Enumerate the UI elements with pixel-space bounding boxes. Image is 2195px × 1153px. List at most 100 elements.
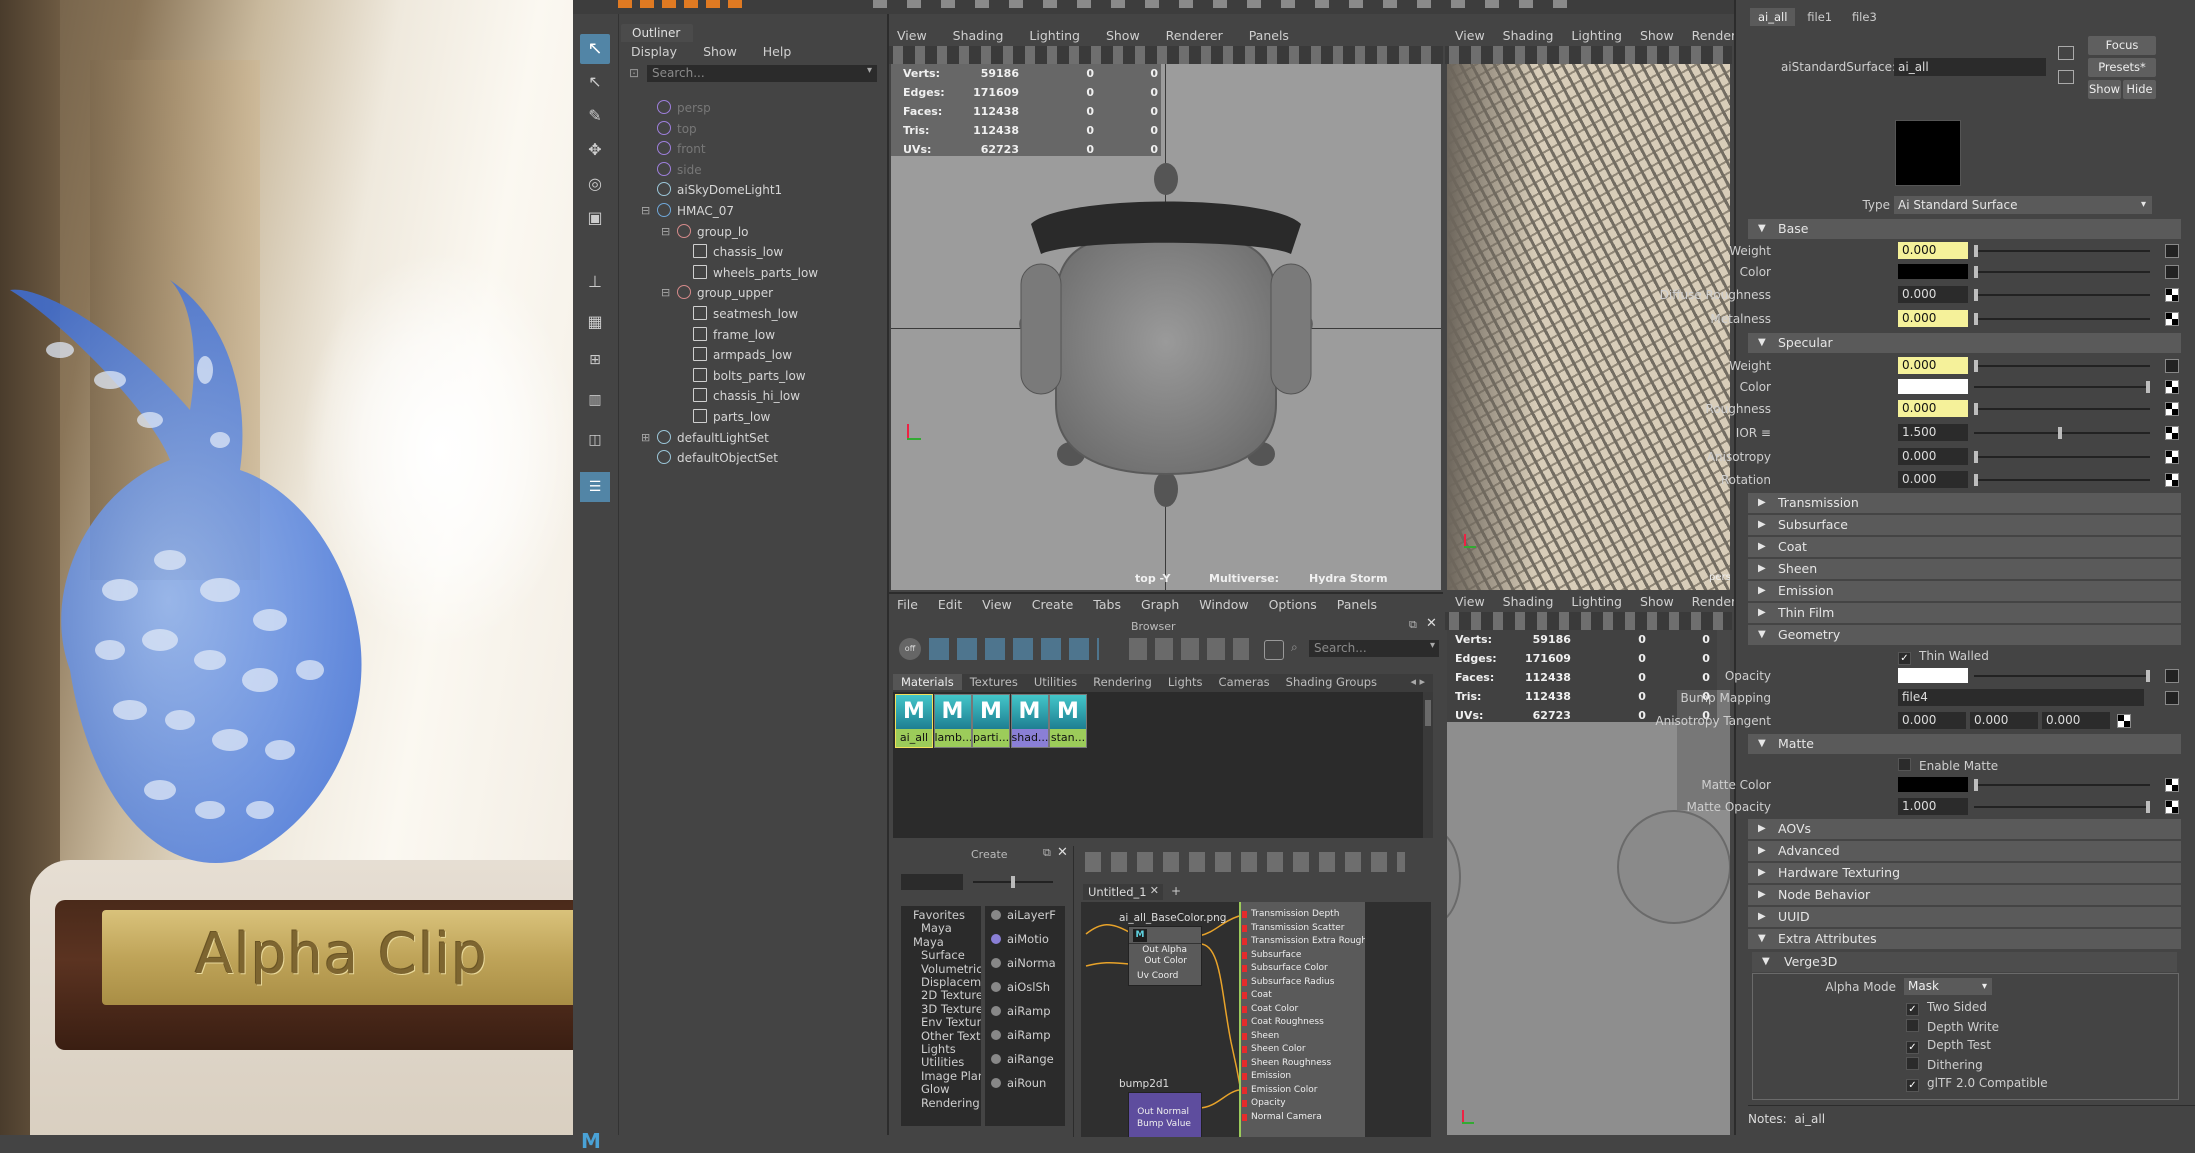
outliner-item[interactable]: HMAC_07 [657,202,734,220]
depth-write-checkbox[interactable]: Depth Write [1906,1019,1999,1034]
anisotropy-field[interactable]: 0.000 [1898,448,1968,465]
create-category[interactable]: Glow [921,1082,950,1096]
node-editor-toolbar[interactable] [1085,852,1405,872]
outliner-item[interactable]: chassis_hi_low [693,387,800,405]
create-zoom-slider[interactable] [973,876,1053,888]
shader-attr-port[interactable]: Coat [1241,989,1365,1003]
rotate-tool-icon[interactable]: ◎ [580,174,610,200]
browser-fit-icon[interactable] [1264,640,1284,660]
browser-view-buttons[interactable] [929,638,1099,660]
section-subsurface[interactable]: ▶ Subsurface [1748,515,2181,535]
create-category[interactable]: Volumetric [921,962,981,976]
section-coat[interactable]: ▶ Coat [1748,537,2181,557]
hs-menu-graph[interactable]: Graph [1141,597,1179,612]
opacity-swatch[interactable] [1898,668,1968,683]
depth-test-checkbox[interactable]: ✓ Depth Test [1906,1038,1991,1054]
hs-menu-options[interactable]: Options [1269,597,1317,612]
viewport-menu-renderer[interactable]: Renderer [1166,28,1223,43]
browser-tab[interactable]: Utilities [1026,674,1085,690]
browser-tab[interactable]: Rendering [1085,674,1160,690]
uv-coord-port[interactable]: Uv Coord [1137,971,1178,981]
material-swatch[interactable]: Mai_all [895,694,933,748]
hide-button[interactable]: Hide [2123,80,2156,99]
ae-tab-file1[interactable]: file1 [1799,8,1840,26]
create-category[interactable]: Utilities [921,1055,964,1069]
section-emission[interactable]: ▶ Emission [1748,581,2181,601]
viewport-menu-lighting[interactable]: Lighting [1029,28,1080,43]
presets-button[interactable]: Presets* [2088,58,2156,77]
viewport-menu-panels[interactable]: Panels [1249,28,1289,43]
bottom-viewport-toolbar[interactable] [1445,612,1732,630]
shader-attr-port[interactable]: Transmission Scatter [1241,922,1365,936]
viewport-menu-shading[interactable]: Shading [953,28,1004,43]
bump-node[interactable]: Out Normal Bump Value [1128,1092,1202,1137]
spec-roughness-field[interactable]: 0.000 [1898,400,1968,417]
create-node[interactable]: aiRange [991,1052,1054,1066]
aniso-tangent-y[interactable]: 0.000 [1970,712,2038,729]
shader-attr-port[interactable]: Transmission Extra Roughness [1241,935,1365,949]
hs-menu-view[interactable]: View [982,597,1012,612]
browser-search-dropdown-icon[interactable]: ▾ [1430,640,1435,651]
bottom-viewport[interactable]: Verts: 59186 0 0 Edges: 171609 0 0 Faces: 112438 0… [1447,630,1730,1135]
hs-menu-file[interactable]: File [897,597,918,612]
shelf-icons[interactable] [618,0,748,8]
ior-slider[interactable] [1974,427,2150,439]
ae-tab-file3[interactable]: file3 [1844,8,1885,26]
section-thin-film[interactable]: ▶ Thin Film [1748,603,2181,623]
create-node[interactable]: aiNorma [991,956,1056,970]
two-sided-checkbox[interactable]: ✓ Two Sided [1906,1000,1987,1016]
paint-tool-icon[interactable]: ✎ [580,106,610,132]
matte-color-slider[interactable] [1974,779,2150,791]
materials-scrollbar[interactable] [1423,692,1433,838]
lasso-tool-icon[interactable]: ↖ [580,72,610,98]
section-base[interactable]: ▼ Base [1748,219,2181,239]
outliner-item[interactable]: frame_low [693,326,775,344]
bottom-menu-lighting[interactable]: Lighting [1571,594,1622,609]
create-node[interactable]: aiRoun [991,1076,1046,1090]
create-category[interactable]: Other Textures [921,1029,981,1043]
create-category[interactable]: Env Textures [921,1015,981,1029]
base-color-swatch[interactable] [1898,264,1968,279]
thin-walled-checkbox[interactable]: ✓ Thin Walled [1898,649,1989,665]
bottom-menu-show[interactable]: Show [1640,594,1674,609]
diffuse-roughness-field[interactable]: 0.000 [1898,286,1968,303]
section-verge3d[interactable]: ▼ Verge3D [1752,952,2177,972]
aniso-tangent-z[interactable]: 0.000 [2042,712,2110,729]
section-geometry[interactable]: ▼ Geometry [1748,625,2181,645]
material-swatch[interactable]: Mshad... [1010,694,1049,748]
outliner-item[interactable]: chassis_low [693,243,783,261]
browser-close-icon[interactable]: ✕ [1426,616,1437,631]
shader-node[interactable]: Transmission Depth Transmission Scatter Tr… [1239,902,1365,1137]
base-weight-field[interactable]: 0.000 [1898,242,1968,259]
section-sheen[interactable]: ▶ Sheen [1748,559,2181,579]
shelf-tools[interactable] [873,0,1573,8]
outliner-item[interactable]: side [657,161,702,179]
create-category[interactable]: Favorites [913,908,965,922]
bottom-menu-view[interactable]: View [1455,594,1485,609]
graph-tab[interactable]: Untitled_1 ✕ [1083,884,1163,900]
material-swatch[interactable]: Mstan... [1049,694,1087,748]
opacity-map-icon[interactable] [2165,669,2179,683]
side-viewport-toolbar[interactable] [1445,46,1732,64]
spec-weight-slider[interactable] [1974,360,2150,372]
create-category[interactable]: Displacement [921,975,981,989]
outliner-expand-icon[interactable]: ⊟ [661,223,670,241]
browser-tab[interactable]: Shading Groups [1278,674,1385,690]
matte-color-map-icon[interactable] [2165,778,2179,792]
browser-float-icon[interactable]: ⧉ [1409,618,1417,632]
spec-color-slider[interactable] [1974,381,2150,393]
ae-select-icon[interactable] [2058,46,2074,60]
section-advanced[interactable]: ▶ Advanced [1748,841,2181,861]
outliner-item[interactable]: persp [657,99,711,117]
create-category[interactable]: Lights [921,1042,956,1056]
section-uuid[interactable]: ▶ UUID [1748,907,2181,927]
section-node-behavior[interactable]: ▶ Node Behavior [1748,885,2181,905]
bump-mapping-map-icon[interactable] [2165,691,2179,705]
outliner-item[interactable]: top [657,120,697,138]
bump-mapping-field[interactable]: file4 [1898,689,2144,706]
outliner-item[interactable]: seatmesh_low [693,305,798,323]
material-swatch-preview[interactable] [1895,120,1961,186]
gltf-checkbox[interactable]: ✓ glTF 2.0 Compatible [1906,1076,2048,1092]
outliner-item[interactable]: defaultLightSet [657,429,769,447]
metalness-slider[interactable] [1974,313,2150,325]
